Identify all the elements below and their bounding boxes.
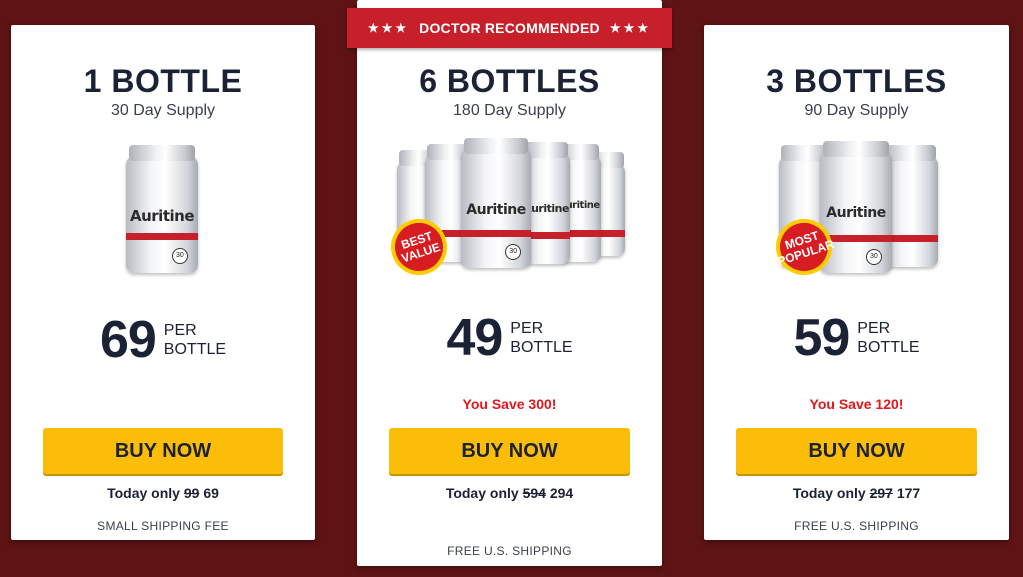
new-price: 294	[549, 485, 574, 501]
price-unit: PER BOTTLE	[163, 322, 227, 358]
price-block: 49 PER BOTTLE	[357, 308, 662, 368]
package-card-1-bottle: 1 BOTTLE 30 Day Supply Auritine 30 69 PE…	[11, 25, 315, 540]
price-block: 59 PER BOTTLE	[704, 308, 1009, 368]
shipping-note: FREE U.S. SHIPPING	[447, 544, 572, 558]
package-title: 3 BOTTLES	[766, 63, 947, 99]
savings-text: You Save 300!	[462, 396, 557, 412]
buy-now-button[interactable]: BUY NOW	[389, 428, 630, 474]
product-image: Auritine 30	[11, 143, 315, 283]
shipping-note: FREE U.S. SHIPPING	[794, 519, 919, 533]
buy-now-button[interactable]: BUY NOW	[43, 428, 283, 474]
price-block: 69 PER BOTTLE	[11, 310, 315, 370]
savings-text: You Save 120!	[809, 396, 904, 412]
new-price: 177	[896, 485, 921, 501]
package-supply: 30 Day Supply	[110, 102, 216, 119]
package-title: 6 BOTTLES	[419, 63, 600, 99]
today-only-price: Today only 99 69	[107, 485, 219, 501]
today-only-price: Today only 594 294	[445, 485, 574, 501]
buy-now-button[interactable]: BUY NOW	[736, 428, 977, 474]
package-supply: 180 Day Supply	[453, 102, 566, 119]
doctor-recommended-banner: ★★★ DOCTOR RECOMMENDED ★★★	[347, 8, 672, 48]
price-value: 49	[446, 309, 503, 367]
new-price: 69	[203, 485, 219, 501]
today-only-price: Today only 297 177	[792, 485, 921, 501]
product-image: Auritine 30	[704, 141, 1009, 283]
price-value: 59	[793, 309, 850, 367]
old-price: 99	[183, 485, 200, 501]
bottle-image: Auritine 30	[461, 138, 531, 268]
package-title: 1 BOTTLE	[83, 63, 243, 99]
package-card-3-bottles: 3 BOTTLES 90 Day Supply Auritine 30 MOST…	[704, 25, 1009, 540]
package-card-6-bottles: 6 BOTTLES 180 Day Supply Auritine Auriti…	[357, 0, 662, 566]
price-unit: PER BOTTLE	[510, 320, 573, 356]
package-supply: 90 Day Supply	[804, 102, 909, 119]
stars-icon: ★★★	[609, 21, 652, 35]
shipping-note: SMALL SHIPPING FEE	[97, 519, 229, 533]
old-price: 297	[869, 485, 893, 501]
bottle-image: Auritine 30	[126, 145, 198, 273]
old-price: 594	[522, 485, 546, 501]
stars-icon: ★★★	[367, 21, 410, 35]
banner-label: DOCTOR RECOMMENDED	[419, 20, 600, 36]
price-value: 69	[99, 311, 157, 369]
price-unit: PER BOTTLE	[857, 320, 920, 356]
